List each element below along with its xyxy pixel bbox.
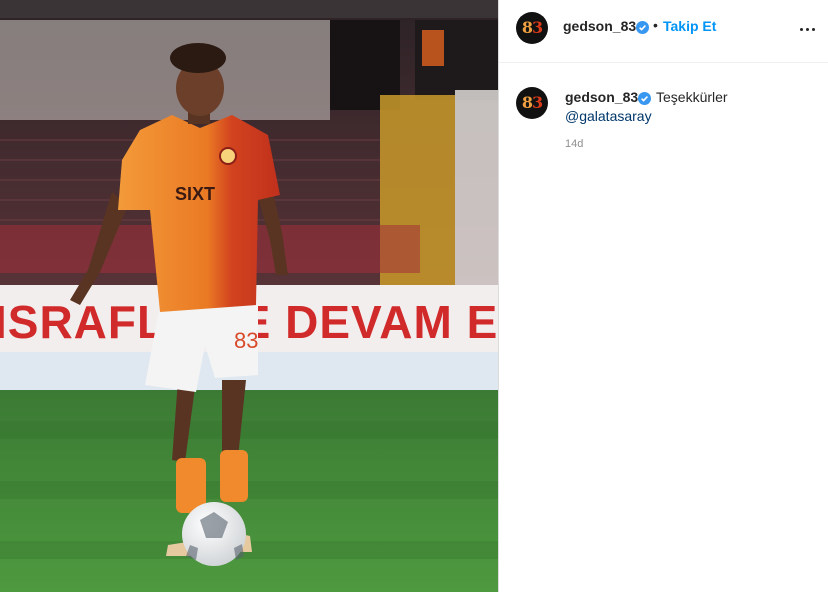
caption-avatar-text-b: 3 <box>532 93 543 112</box>
post-sidebar: 83 gedson_83 • Takip Et 83 gedson_83 Teş… <box>498 0 828 592</box>
player-photo-illustration: ISRAFLAME DEVAM E 83 SIXT <box>0 0 498 592</box>
post-header: 83 gedson_83 • Takip Et <box>499 0 828 63</box>
post-timestamp[interactable]: 14d <box>565 138 583 150</box>
caption-username[interactable]: gedson_83 <box>565 89 638 105</box>
caption-verified-badge-icon <box>638 92 651 105</box>
follow-button[interactable]: Takip Et <box>663 18 716 34</box>
separator-dot: • <box>653 17 658 33</box>
caption-avatar[interactable]: 83 <box>516 87 548 119</box>
caption-text: Teşekkürler <box>656 89 728 105</box>
more-options-icon[interactable] <box>800 20 816 40</box>
header-username[interactable]: gedson_83 <box>563 18 636 34</box>
svg-text:SIXT: SIXT <box>175 184 215 204</box>
caption-mention-link[interactable]: @galatasaray <box>565 108 652 124</box>
avatar-text: 8 <box>521 18 533 37</box>
avatar-text-b: 3 <box>532 18 543 37</box>
verified-badge-icon <box>636 21 649 34</box>
svg-text:83: 83 <box>234 328 258 353</box>
post-photo[interactable]: ISRAFLAME DEVAM E 83 SIXT <box>0 0 498 592</box>
avatar[interactable]: 83 <box>516 12 548 44</box>
caption-avatar-text: 8 <box>521 93 533 112</box>
